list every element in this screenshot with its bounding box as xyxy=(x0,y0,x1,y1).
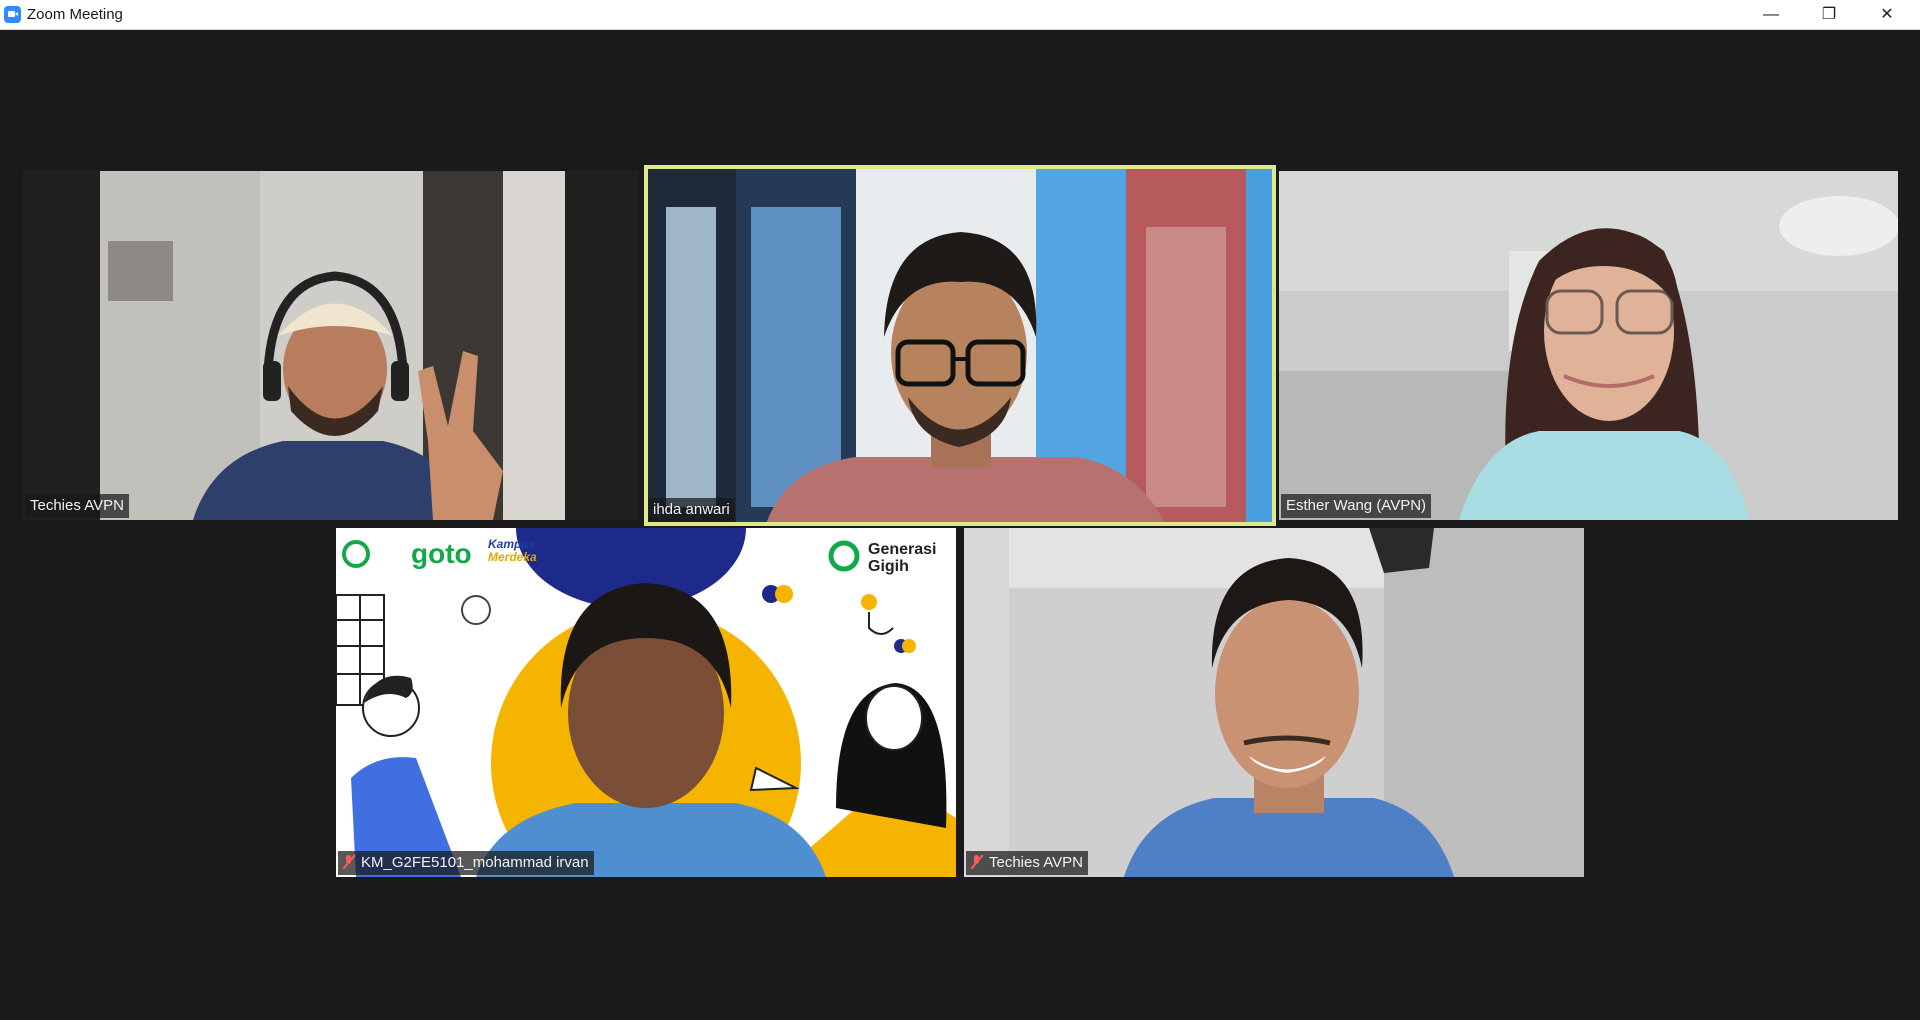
video-tile-techies-avpn-1[interactable]: Techies AVPN xyxy=(23,171,639,520)
mic-muted-icon xyxy=(343,855,355,869)
video-gallery: Techies AVPN ihda anwari Esther Wang (AV… xyxy=(0,30,1920,1020)
restore-icon[interactable]: ❐ xyxy=(1800,0,1858,29)
mic-muted-icon xyxy=(971,855,983,869)
participant-name: ihda anwari xyxy=(653,501,730,518)
video-tile-mohammad-irvan[interactable]: goto Kampus Merdeka Generasi Gigih KM_G2… xyxy=(336,528,956,877)
minimize-icon[interactable]: — xyxy=(1742,0,1800,29)
participant-video xyxy=(646,167,1274,524)
generasi-gigih-logo-text: Generasi Gigih xyxy=(868,541,936,575)
participant-name-tag: ihda anwari xyxy=(648,498,735,522)
video-tile-ihda-anwari[interactable]: ihda anwari xyxy=(644,165,1276,526)
participant-name: Esther Wang (AVPN) xyxy=(1286,497,1427,514)
participant-name-tag: Techies AVPN xyxy=(966,851,1088,875)
kampus-merdeka-logo-text: Kampus Merdeka xyxy=(488,538,537,564)
goto-logo-text: goto xyxy=(411,538,472,569)
participant-name: KM_G2FE5101_mohammad irvan xyxy=(361,854,589,871)
video-tile-techies-avpn-2[interactable]: Techies AVPN xyxy=(964,528,1584,877)
close-icon[interactable]: ✕ xyxy=(1858,0,1916,29)
video-tile-esther-wang[interactable]: Esther Wang (AVPN) xyxy=(1279,171,1898,520)
window-title: Zoom Meeting xyxy=(27,6,123,23)
zoom-app-icon xyxy=(4,6,21,23)
participant-video xyxy=(964,528,1584,877)
participant-name: Techies AVPN xyxy=(989,854,1083,871)
gigih-text: Gigih xyxy=(868,558,909,575)
participant-name: Techies AVPN xyxy=(30,497,124,514)
participant-name-tag: KM_G2FE5101_mohammad irvan xyxy=(338,851,594,875)
window-titlebar: Zoom Meeting — ❐ ✕ xyxy=(0,0,1920,30)
generasi-text: Generasi xyxy=(868,541,937,558)
participant-video xyxy=(23,171,639,520)
participant-video xyxy=(1279,171,1898,520)
participant-name-tag: Esther Wang (AVPN) xyxy=(1281,494,1432,518)
merdeka-text: Merdeka xyxy=(488,550,537,564)
participant-video xyxy=(336,528,956,877)
participant-name-tag: Techies AVPN xyxy=(25,494,129,518)
